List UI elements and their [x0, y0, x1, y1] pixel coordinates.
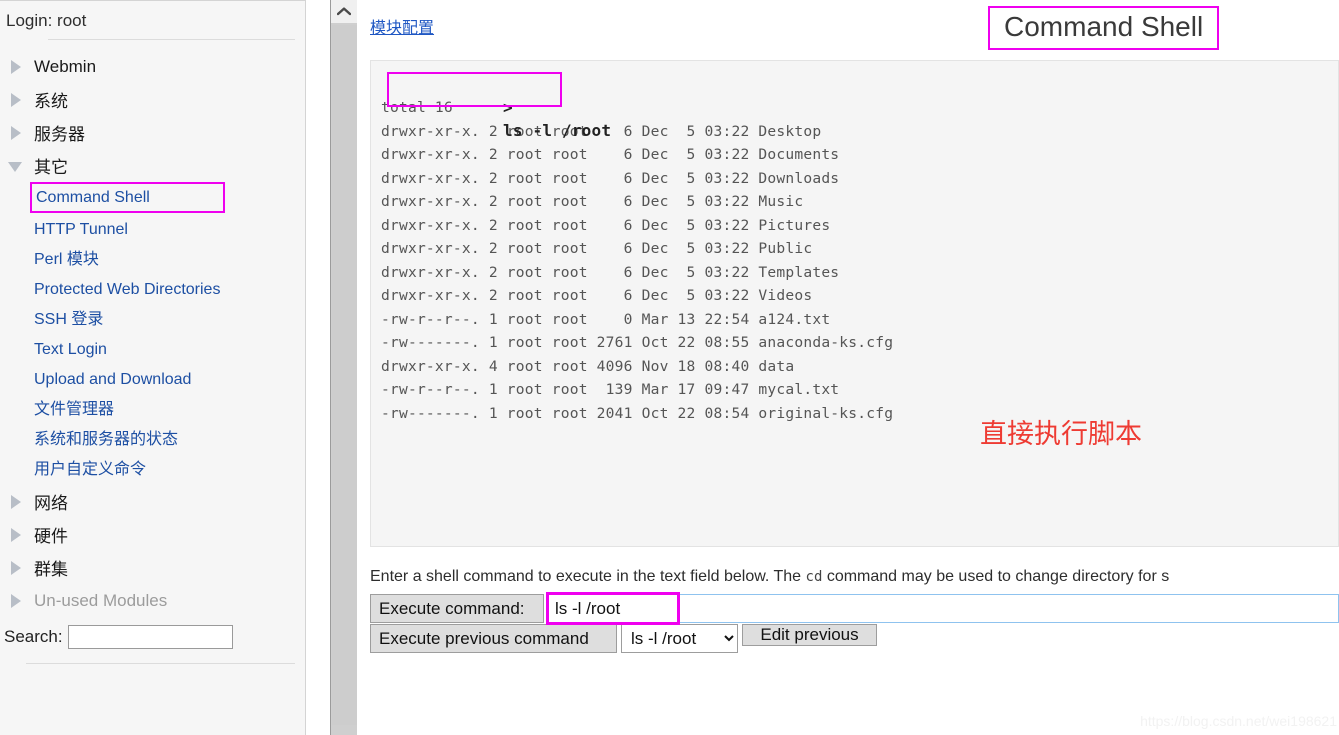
annotation-red-text: 直接执行脚本 — [980, 419, 1142, 449]
chevron-right-icon — [8, 527, 24, 543]
search-input[interactable] — [67, 625, 233, 649]
watermark-text: https://blog.csdn.net/wei198621 — [1140, 713, 1337, 729]
sidebar-item-webmin[interactable]: Webmin — [0, 50, 305, 83]
terminal-line: -rw-------. 1 root root 2761 Oct 22 08:5… — [381, 334, 894, 351]
execute-previous-command-button[interactable]: Execute previous command — [370, 624, 617, 653]
sidebar-nav-list: Webmin 系统 服务器 其它 Command Shell HTTP Tunn… — [0, 50, 305, 617]
chevron-right-icon — [8, 593, 24, 609]
vertical-scrollbar[interactable] — [330, 0, 357, 735]
sidebar-subitem-custom-commands[interactable]: 用户自定义命令 — [0, 455, 305, 485]
chevron-right-icon — [8, 560, 24, 576]
terminal-line: drwxr-xr-x. 2 root root 6 Dec 5 03:22 Pu… — [381, 240, 813, 257]
sidebar-item-label: 其它 — [34, 158, 68, 177]
sidebar-subitem-upload-and-download[interactable]: Upload and Download — [0, 365, 305, 395]
sidebar-subitem-perl-modules[interactable]: Perl 模块 — [0, 245, 305, 275]
chevron-right-icon — [8, 92, 24, 108]
search-label: Search: — [4, 627, 63, 646]
terminal-prompt-row: > ls -l /root — [381, 69, 1338, 140]
prompt-highlight-box — [387, 72, 562, 107]
sidebar-subitem-system-server-status[interactable]: 系统和服务器的状态 — [0, 425, 305, 455]
sidebar-bottom-divider — [26, 663, 295, 664]
sidebar-item-label: 服务器 — [34, 125, 85, 144]
terminal-line: drwxr-xr-x. 2 root root 6 Dec 5 03:22 Te… — [381, 263, 840, 281]
terminal-line: drwxr-xr-x. 4 root root 4096 Nov 18 08:4… — [381, 357, 795, 375]
sidebar-item-unused-modules[interactable]: Un-used Modules — [0, 584, 305, 617]
chevron-up-icon — [337, 7, 351, 16]
execute-command-button[interactable]: Execute command: — [370, 594, 544, 623]
command-form: Execute command: Execute previous comman… — [370, 592, 1339, 654]
terminal-line: drwxr-xr-x. 2 root root 6 Dec 5 03:22 Pi… — [381, 216, 831, 234]
edit-previous-button[interactable]: Edit previous — [742, 624, 877, 646]
sidebar-subitem-protected-web-directories[interactable]: Protected Web Directories — [0, 275, 305, 305]
terminal-line: -rw-------. 1 root root 2041 Oct 22 08:5… — [381, 404, 894, 422]
login-divider — [48, 39, 295, 40]
previous-command-select[interactable]: ls -l /root — [621, 624, 738, 653]
sidebar-item-label: 群集 — [34, 560, 68, 579]
description-mono-cd: cd — [805, 569, 823, 585]
terminal-line: -rw-r--r--. 1 root root 0 Mar 13 22:54 a… — [381, 310, 831, 328]
terminal-line: drwxr-xr-x. 2 root root 6 Dec 5 03:22 Do… — [381, 169, 840, 187]
command-input[interactable] — [548, 594, 1339, 623]
sidebar-subitem-command-shell-wrap: Command Shell — [0, 182, 305, 215]
sidebar-subitem-file-manager[interactable]: 文件管理器 — [0, 395, 305, 425]
sidebar-item-system[interactable]: 系统 — [0, 83, 305, 116]
sidebar: Login: root Webmin 系统 服务器 其它 Command She… — [0, 0, 306, 735]
page-title-highlight-box: Command Shell — [988, 6, 1220, 51]
edit-previous-wrap: Edit previous — [742, 624, 877, 653]
sidebar-subitem-text-login[interactable]: Text Login — [0, 335, 305, 365]
scrollbar-thumb[interactable] — [332, 25, 357, 725]
sidebar-subitem-command-shell[interactable]: Command Shell — [30, 182, 225, 213]
chevron-right-icon — [8, 494, 24, 510]
module-config-link[interactable]: 模块配置 — [370, 14, 434, 38]
prompt-command: ls -l /root — [503, 121, 612, 140]
sidebar-item-cluster[interactable]: 群集 — [0, 551, 305, 584]
sidebar-item-network[interactable]: 网络 — [0, 485, 305, 518]
sidebar-item-others[interactable]: 其它 — [0, 149, 305, 182]
execute-previous-row: Execute previous command ls -l /root Edi… — [370, 624, 1339, 653]
terminal-lines: > ls -l /root total 16 drwxr-xr-x. 2 root… — [371, 61, 1338, 425]
scroll-up-button[interactable] — [331, 0, 357, 23]
command-input-wrap — [546, 592, 1339, 625]
description-suffix: command may be used to change directory … — [822, 568, 1170, 585]
sidebar-item-label: Webmin — [34, 56, 97, 76]
search-row: Search: — [0, 625, 305, 649]
sidebar-subitem-ssh-login[interactable]: SSH 登录 — [0, 305, 305, 335]
chevron-right-icon — [8, 59, 24, 75]
sidebar-item-label: 系统 — [34, 92, 68, 111]
description-text: Enter a shell command to execute in the … — [370, 568, 1169, 586]
sidebar-item-label: Un-used Modules — [34, 590, 168, 610]
terminal-line: drwxr-xr-x. 2 root root 6 Dec 5 03:22 Mu… — [381, 193, 804, 210]
main-content: 模块配置 Command Shell > ls -l /root total 1… — [358, 0, 1339, 735]
previous-command-select-wrap: ls -l /root — [621, 624, 738, 653]
terminal-output-panel: > ls -l /root total 16 drwxr-xr-x. 2 root… — [370, 60, 1339, 547]
sidebar-item-label: 网络 — [34, 494, 68, 513]
chevron-down-icon — [8, 158, 24, 174]
sidebar-item-hardware[interactable]: 硬件 — [0, 518, 305, 551]
chevron-right-icon — [8, 125, 24, 141]
terminal-line: drwxr-xr-x. 2 root root 6 Dec 5 03:22 Vi… — [381, 287, 813, 304]
terminal-line: -rw-r--r--. 1 root root 139 Mar 17 09:47… — [381, 381, 840, 398]
page-title: Command Shell — [1004, 11, 1204, 42]
description-prefix: Enter a shell command to execute in the … — [370, 568, 806, 585]
execute-command-row: Execute command: — [370, 592, 1339, 625]
sidebar-subitem-http-tunnel[interactable]: HTTP Tunnel — [0, 215, 305, 245]
sidebar-item-servers[interactable]: 服务器 — [0, 116, 305, 149]
sidebar-item-label: 硬件 — [34, 527, 68, 546]
app-window: Login: root Webmin 系统 服务器 其它 Command She… — [0, 0, 1339, 735]
login-label: Login: root — [6, 11, 87, 30]
